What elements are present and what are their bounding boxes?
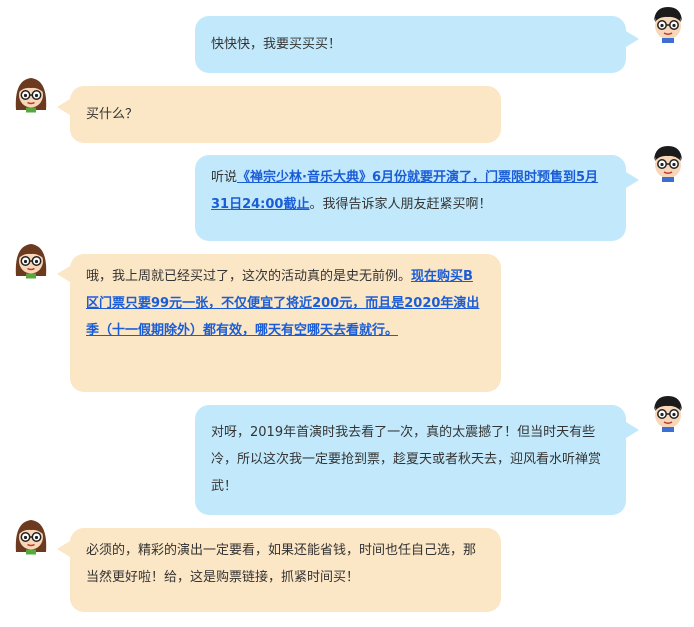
boy-avatar-icon xyxy=(648,393,688,433)
message-text: 快快快，我要买买买！ xyxy=(211,37,342,52)
message-bubble-user: 对呀，2019年首演时我去看了一次，真的太震撼了！但当时天有些冷，所以这次我一定… xyxy=(195,405,626,515)
girl-avatar-icon xyxy=(11,74,51,114)
girl-avatar-icon xyxy=(11,240,51,280)
boy-avatar-icon xyxy=(648,4,688,44)
bubble-tail xyxy=(626,31,639,47)
message-text: 必须的，精彩的演出一定要看，如果还能省钱，时间也任自己选，那当然更好啦！给，这是… xyxy=(86,543,477,585)
message-bubble-agent: 哦，我上周就已经买过了，这次的活动真的是史无前例。现在购买B区门票只要99元一张… xyxy=(70,254,501,392)
message-text: 。我得告诉家人朋友赶紧买啊！ xyxy=(309,197,492,212)
bubble-tail xyxy=(626,172,639,188)
message-text: 买什么？ xyxy=(86,107,139,122)
message-bubble-agent: 必须的，精彩的演出一定要看，如果还能省钱，时间也任自己选，那当然更好啦！给，这是… xyxy=(70,528,501,612)
bubble-tail xyxy=(57,266,70,282)
message-text: 哦，我上周就已经买过了，这次的活动真的是史无前例。 xyxy=(86,269,412,284)
bubble-tail xyxy=(57,99,70,115)
message-bubble-user: 快快快，我要买买买！ xyxy=(195,16,626,73)
boy-avatar-icon xyxy=(648,143,688,183)
message-bubble-user: 听说《禅宗少林·音乐大典》6月份就要开演了，门票限时预售到5月31日24:00截… xyxy=(195,155,626,241)
message-text: 听说 xyxy=(211,170,238,185)
girl-avatar-icon xyxy=(11,516,51,556)
bubble-tail xyxy=(626,422,639,438)
message-bubble-agent: 买什么？ xyxy=(70,86,501,143)
bubble-tail xyxy=(57,541,70,557)
message-text: 对呀，2019年首演时我去看了一次，真的太震撼了！但当时天有些冷，所以这次我一定… xyxy=(211,425,602,494)
